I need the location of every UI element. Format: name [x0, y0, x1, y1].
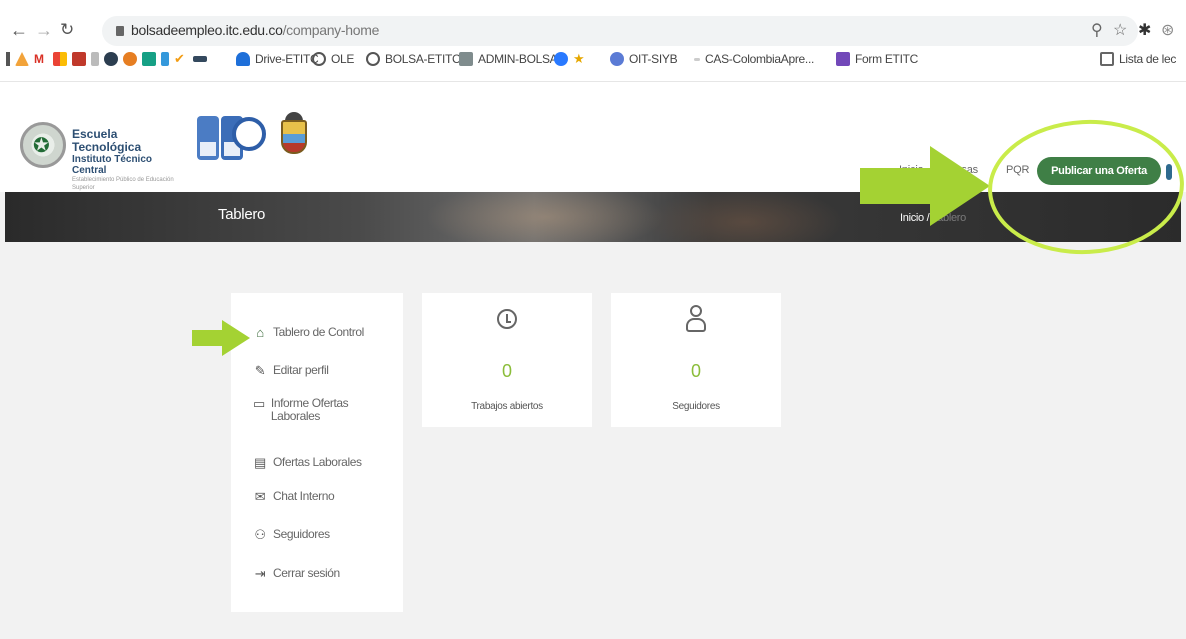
page-title: Tablero	[218, 206, 266, 223]
annotation-arrow-sidebar	[192, 320, 250, 356]
colombia-coat-of-arms-icon	[276, 112, 312, 160]
bookmark-ole[interactable]: OLE	[312, 52, 354, 66]
url-text[interactable]: bolsadeempleo.itc.edu.co/company-home	[131, 22, 379, 38]
zoom-icon[interactable]: ⚲	[1091, 20, 1103, 40]
clock-icon	[497, 309, 517, 329]
bookmark-oit[interactable]: OIT-SIYB	[610, 52, 678, 66]
sidebar-item-informe[interactable]: ▭ Informe Ofertas Laborales	[253, 397, 373, 423]
sidebar-item-label: Chat Interno	[273, 489, 335, 503]
logo-line3: Establecimiento Público de Educación Sup…	[72, 177, 174, 191]
open-jobs-label: Trabajos abiertos	[471, 401, 543, 412]
sidebar-item-label: Cerrar sesión	[273, 566, 340, 580]
institution-seal-icon[interactable]: ✪	[20, 122, 66, 168]
bookmark-icon	[104, 52, 118, 66]
document-icon	[459, 52, 473, 66]
bookmark-icon	[91, 52, 99, 66]
extensions-icon[interactable]: ✱	[1138, 20, 1151, 40]
bookmark-icon	[53, 52, 67, 66]
reading-list[interactable]: Lista de lec	[1100, 52, 1176, 66]
logout-icon: ⇥	[254, 566, 266, 581]
bookmark-favicons[interactable]: M ✔	[6, 52, 207, 66]
bookmark-icon	[72, 52, 86, 66]
sidebar-item-seguidores[interactable]: ⚇ Seguidores	[253, 527, 330, 542]
sidebar-item-ofertas[interactable]: ▤ Ofertas Laborales	[253, 455, 362, 470]
bookmark-icon	[161, 52, 169, 66]
followers-label: Seguidores	[672, 401, 720, 412]
logo-line1: Escuela Tecnológica	[72, 127, 142, 154]
lock-icon	[116, 26, 124, 36]
pencil-icon: ✎	[254, 363, 266, 378]
bookmark-extras[interactable]: ★	[554, 52, 587, 66]
sidebar-item-label: Editar perfil	[273, 363, 329, 377]
list-icon: ▤	[254, 455, 266, 470]
sidebar-item-label: Ofertas Laborales	[273, 455, 362, 469]
bookmark-drive[interactable]: Drive-ETITC	[236, 52, 319, 66]
followers-count: 0	[690, 361, 701, 381]
sidebar-item-label: Tablero de Control	[273, 325, 364, 339]
open-jobs-count: 0	[501, 361, 512, 381]
mail-icon: ✉	[254, 489, 266, 504]
main-content	[5, 242, 1181, 639]
bookmarks-bar: M ✔ Drive-ETITC OLE BOLSA-ETITC ADMIN-BO…	[0, 48, 1186, 78]
stat-card-open-jobs: 0 Trabajos abiertos	[422, 293, 592, 427]
bookmark-icon	[142, 52, 156, 66]
sidebar-item-label: Informe Ofertas Laborales	[270, 396, 349, 423]
browser-toolbar: ← → ↻ bolsadeempleo.itc.edu.co/company-h…	[0, 12, 1186, 48]
bookmark-icon	[694, 57, 700, 61]
bookmark-cas[interactable]: CAS-ColombiaApre...	[694, 52, 814, 66]
certification-seal-icon	[232, 117, 266, 151]
sidebar-item-label: Seguidores	[273, 527, 330, 541]
sidebar-item-tablero[interactable]: ⌂ Tablero de Control	[253, 325, 364, 340]
annotation-arrow-publish	[860, 146, 990, 226]
stat-card-followers: 0 Seguidores	[611, 293, 781, 427]
forms-icon	[836, 52, 850, 66]
browser-chrome: ← → ↻ bolsadeempleo.itc.edu.co/company-h…	[0, 0, 1186, 82]
bookmark-icon	[15, 52, 29, 66]
bookmark-admin[interactable]: ADMIN-BOLSA	[459, 52, 558, 66]
sidebar-item-editar-perfil[interactable]: ✎ Editar perfil	[253, 363, 329, 378]
users-icon: ⚇	[254, 527, 266, 542]
bookmark-icon	[123, 52, 137, 66]
check-icon: ✔	[174, 51, 185, 66]
globe-icon	[366, 52, 380, 66]
gmail-icon: M	[34, 52, 44, 66]
sidebar-item-chat[interactable]: ✉ Chat Interno	[253, 489, 335, 504]
star-icon[interactable]: ☆	[1113, 20, 1127, 40]
bookmark-bolsa[interactable]: BOLSA-ETITC	[366, 52, 461, 66]
reading-list-icon	[1100, 52, 1114, 66]
star-icon: ★	[573, 51, 585, 66]
drive-icon	[236, 52, 250, 66]
dashboard-sidebar	[231, 293, 403, 612]
bookmark-icon	[6, 52, 10, 66]
reload-icon[interactable]: ↻	[60, 18, 74, 42]
globe-icon	[610, 52, 624, 66]
institution-logo[interactable]: Escuela Tecnológica Instituto Técnico Ce…	[72, 128, 182, 192]
profile-icon[interactable]: ⊛	[1161, 20, 1174, 40]
globe-icon	[312, 52, 326, 66]
user-icon	[686, 305, 706, 333]
dashboard-icon: ⌂	[256, 325, 264, 340]
bookmark-form[interactable]: Form ETITC	[836, 52, 918, 66]
back-icon[interactable]: ←	[10, 18, 28, 42]
forward-icon[interactable]: →	[35, 18, 53, 42]
sidebar-item-cerrar-sesion[interactable]: ⇥ Cerrar sesión	[253, 566, 340, 581]
monitor-icon: ▭	[253, 396, 265, 411]
bookmark-icon	[554, 52, 568, 66]
bookmark-icon	[193, 56, 207, 62]
logo-line2: Instituto Técnico Central	[72, 154, 152, 176]
certification-badge-icon	[197, 116, 219, 160]
